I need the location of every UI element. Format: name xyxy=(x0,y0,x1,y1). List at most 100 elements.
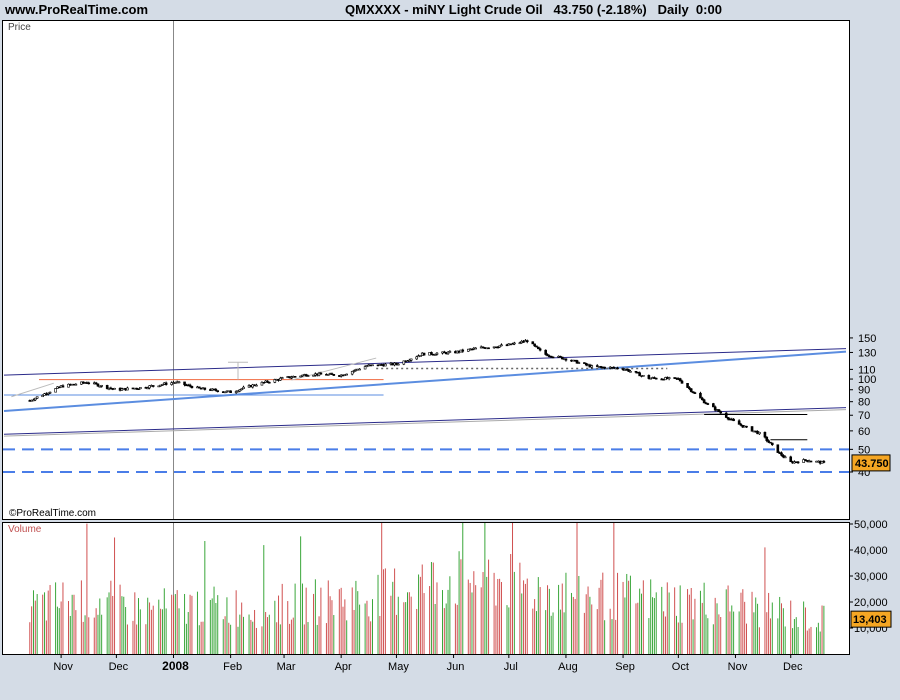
candle-body xyxy=(461,349,465,352)
candle-body xyxy=(642,375,645,377)
candle-body xyxy=(706,403,710,405)
candle-body xyxy=(732,418,735,422)
candle-body xyxy=(100,385,103,387)
candle-body xyxy=(551,356,555,359)
candle-body xyxy=(513,342,516,345)
helper-line xyxy=(291,357,377,381)
time-tick-label: Aug xyxy=(558,661,578,673)
candle-body xyxy=(693,392,697,394)
candle-body xyxy=(183,381,186,386)
candle-body xyxy=(616,367,619,370)
candle-body xyxy=(590,365,594,368)
candle-body xyxy=(409,358,413,361)
chart-canvas: 40506070809010011013015043.75010,00020,0… xyxy=(3,21,892,673)
candle-body xyxy=(702,399,706,404)
candle-body xyxy=(306,375,310,377)
candle-body xyxy=(177,381,181,384)
time-tick-label: Nov xyxy=(53,661,73,673)
candle-body xyxy=(796,461,800,464)
candle-body xyxy=(48,391,52,394)
candle-body xyxy=(724,412,728,418)
candle-body xyxy=(789,456,793,463)
volume-tick-label: 40,000 xyxy=(854,545,888,557)
candle-body xyxy=(280,377,284,379)
candle-body xyxy=(268,381,271,384)
candle-body xyxy=(345,373,348,376)
candle-body xyxy=(74,383,78,386)
time-tick-label: Jul xyxy=(504,661,518,673)
candle-body xyxy=(35,396,39,399)
candle-body xyxy=(319,372,323,375)
candle-body xyxy=(763,431,767,438)
candle-body xyxy=(203,387,207,390)
candle-body xyxy=(750,426,754,432)
candle-body xyxy=(61,385,65,388)
candle-body xyxy=(758,431,761,435)
volume-tick-label: 30,000 xyxy=(854,571,888,583)
candle-body xyxy=(500,344,503,347)
candle-body xyxy=(629,370,632,373)
candle-body xyxy=(822,461,826,463)
volume-plot-area xyxy=(29,523,825,654)
time-tick-label: Mar xyxy=(277,661,296,673)
candle-body xyxy=(538,348,542,351)
candle-body xyxy=(686,383,689,388)
time-tick-label: Apr xyxy=(335,661,352,673)
time-tick-label: May xyxy=(388,661,409,673)
price-tick-label: 130 xyxy=(858,347,876,359)
price-tick-label: 70 xyxy=(858,410,870,422)
candle-body xyxy=(654,377,658,380)
price-tick-label: 90 xyxy=(858,385,870,397)
candle-body xyxy=(358,368,361,371)
candle-body xyxy=(544,349,547,355)
upper-channel-line xyxy=(3,348,847,376)
candle-body xyxy=(809,460,813,463)
candle-body xyxy=(719,411,723,414)
candle-body xyxy=(667,377,671,380)
candle-body xyxy=(776,444,780,453)
candle-body xyxy=(255,384,258,387)
candle-body xyxy=(229,390,232,394)
candle-body xyxy=(678,378,682,382)
candle-body xyxy=(564,358,568,361)
candle-body xyxy=(422,352,426,356)
price-plot-area xyxy=(3,21,849,519)
candle-body xyxy=(712,403,715,408)
candle-body xyxy=(139,387,142,390)
time-tick-label: Dec xyxy=(783,661,803,673)
candle-body xyxy=(96,383,100,387)
candle-body xyxy=(371,364,374,367)
time-tick-label: Jun xyxy=(447,661,465,673)
candle-body xyxy=(780,452,783,456)
candle-body xyxy=(487,347,490,350)
price-tick-label: 80 xyxy=(858,397,870,409)
volume-tick-label: 50,000 xyxy=(854,519,888,531)
candle-body xyxy=(332,374,336,376)
price-tick-label: 110 xyxy=(858,364,876,376)
time-tick-label: Dec xyxy=(109,661,129,673)
candle-body xyxy=(783,456,787,459)
candle-body xyxy=(525,340,529,343)
price-tick-label: 150 xyxy=(858,333,876,345)
candle-body xyxy=(216,390,220,392)
candle-body xyxy=(765,436,769,441)
last-price-tag-label: 43.750 xyxy=(855,458,889,470)
candle-body xyxy=(689,388,693,392)
time-tick-label: Feb xyxy=(223,661,242,673)
candle-body xyxy=(531,341,535,345)
candle-body xyxy=(737,420,741,425)
candle-body xyxy=(474,347,477,350)
candle-body xyxy=(603,366,606,369)
candle-body xyxy=(384,363,387,367)
candle-body xyxy=(126,387,129,391)
candle-body xyxy=(448,351,452,353)
price-tick-label: 60 xyxy=(858,426,870,438)
candle-body xyxy=(699,392,702,399)
candle-body xyxy=(54,388,57,393)
candle-body xyxy=(745,425,748,428)
rising-trendline xyxy=(3,350,847,412)
candle-body xyxy=(113,387,116,390)
candle-body xyxy=(396,363,400,366)
candle-body xyxy=(242,386,245,390)
candle-body xyxy=(435,352,439,355)
